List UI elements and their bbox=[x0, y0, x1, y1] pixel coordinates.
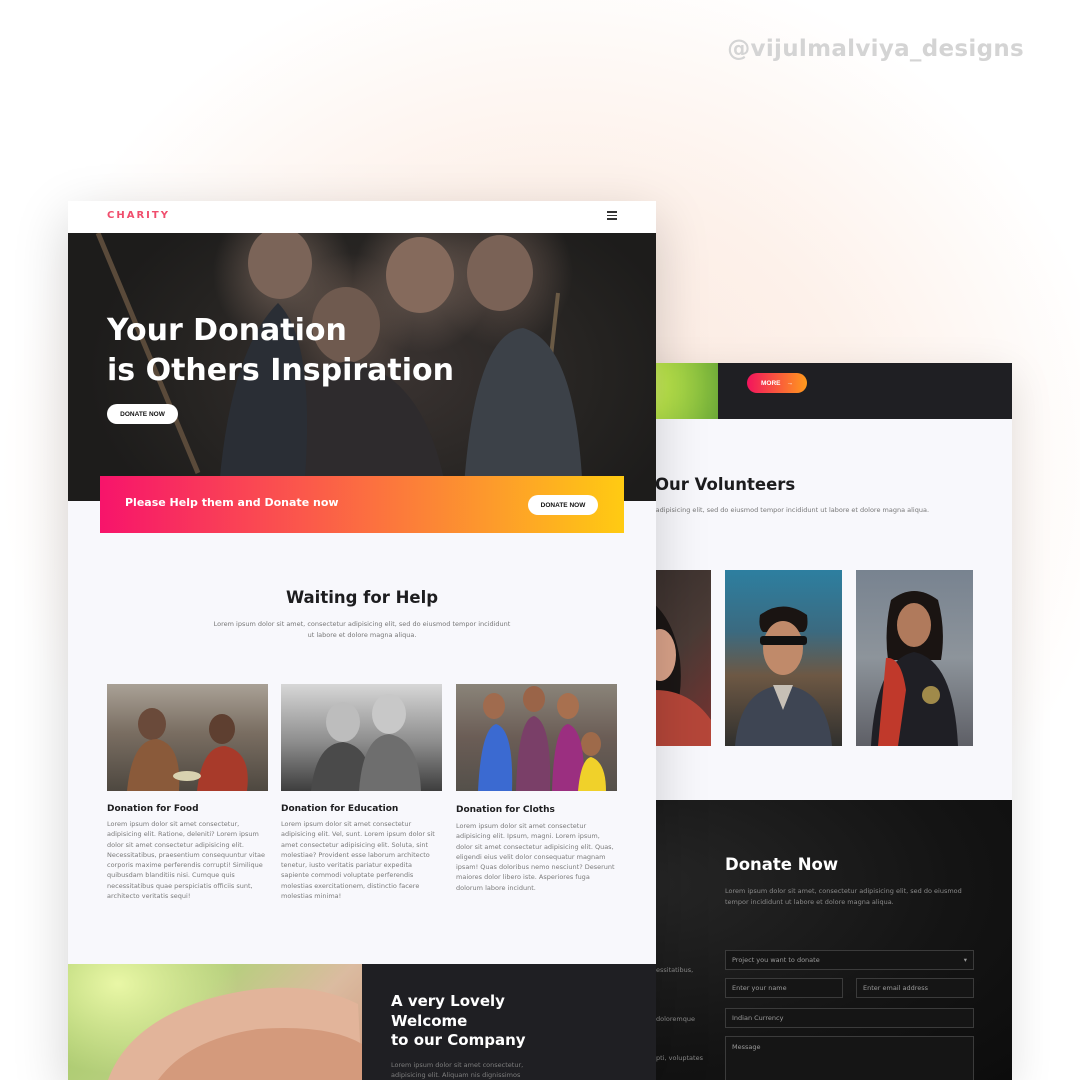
welcome-title-line: A very Lovely bbox=[391, 992, 505, 1010]
card-title[interactable]: Donation for Food bbox=[107, 804, 199, 814]
project-select-value: Project you want to donate bbox=[732, 956, 820, 964]
help-donate-button[interactable]: DONATE NOW bbox=[528, 495, 598, 515]
welcome-section: A very Lovely Welcome to our Company Lor… bbox=[68, 964, 656, 1080]
watermark: @vijulmalviya_designs bbox=[727, 36, 1024, 62]
volunteers-title: Our Volunteers bbox=[655, 475, 796, 494]
help-strip: Please Help them and Donate now DONATE N… bbox=[100, 476, 624, 533]
volunteers-desc: , consectetur adipisicing elit, sed do e… bbox=[610, 506, 930, 514]
name-field[interactable]: Enter your name bbox=[725, 978, 843, 998]
hero-title-line: Your Donation bbox=[107, 313, 347, 348]
welcome-panel: A very Lovely Welcome to our Company Lor… bbox=[362, 964, 656, 1080]
donate-desc: Lorem ipsum dolor sit amet, consectetur … bbox=[725, 887, 962, 906]
more-button[interactable]: MORE → bbox=[747, 373, 807, 393]
hero-donate-button[interactable]: DONATE NOW bbox=[107, 404, 178, 424]
side-text: pti, voluptates bbox=[656, 1054, 703, 1062]
side-text: essitatibus, bbox=[656, 966, 694, 974]
volunteer-photo bbox=[856, 570, 973, 746]
message-field[interactable]: Message bbox=[725, 1036, 974, 1080]
education-donation-image[interactable] bbox=[281, 684, 442, 791]
welcome-title-line: Welcome bbox=[391, 1011, 468, 1030]
waiting-title: Waiting for Help bbox=[285, 588, 439, 607]
card-desc: Lorem ipsum dolor sit amet consectetur a… bbox=[456, 822, 615, 892]
volunteer-photo bbox=[725, 570, 842, 746]
hero-banner: Your Donation is Others Inspiration DONA… bbox=[68, 233, 656, 501]
hands-photo bbox=[68, 964, 362, 1080]
help-strip-text: Please Help them and Donate now bbox=[125, 496, 339, 509]
email-field[interactable]: Enter email address bbox=[856, 978, 974, 998]
waiting-desc: Lorem ipsum dolor sit amet, consectetur … bbox=[213, 620, 511, 639]
logo[interactable]: CHARITY bbox=[107, 210, 170, 221]
card-desc: Lorem ipsum dolor sit amet consectetur a… bbox=[281, 820, 435, 901]
card-title[interactable]: Donation for Education bbox=[281, 804, 398, 814]
welcome-desc: Lorem ipsum dolor sit amet consectetur, … bbox=[391, 1061, 524, 1079]
food-donation-image[interactable] bbox=[107, 684, 268, 791]
main-page-mockup: CHARITY Your Donation is Others Inspirat… bbox=[68, 201, 656, 1080]
hero-title-line: is Others Inspiration bbox=[107, 353, 454, 388]
hero-title: Your Donation is Others Inspiration bbox=[107, 311, 454, 391]
hamburger-menu-icon[interactable] bbox=[607, 211, 617, 221]
donate-title: Donate Now bbox=[725, 855, 839, 874]
welcome-title: A very Lovely Welcome to our Company bbox=[391, 992, 526, 1051]
navbar: CHARITY bbox=[68, 201, 656, 233]
currency-field[interactable]: Indian Currency bbox=[725, 1008, 974, 1028]
card-title[interactable]: Donation for Cloths bbox=[456, 805, 555, 815]
side-text: doloremque bbox=[656, 1015, 695, 1023]
welcome-title-line: to our Company bbox=[391, 1031, 526, 1049]
arrow-right-icon: → bbox=[786, 379, 794, 387]
project-select[interactable]: Project you want to donate ▾ bbox=[725, 950, 974, 970]
more-button-label: MORE bbox=[761, 379, 781, 387]
chevron-down-icon: ▾ bbox=[963, 956, 967, 964]
card-desc: Lorem ipsum dolor sit amet consectetur, … bbox=[107, 820, 265, 901]
cloths-donation-image[interactable] bbox=[456, 684, 617, 791]
